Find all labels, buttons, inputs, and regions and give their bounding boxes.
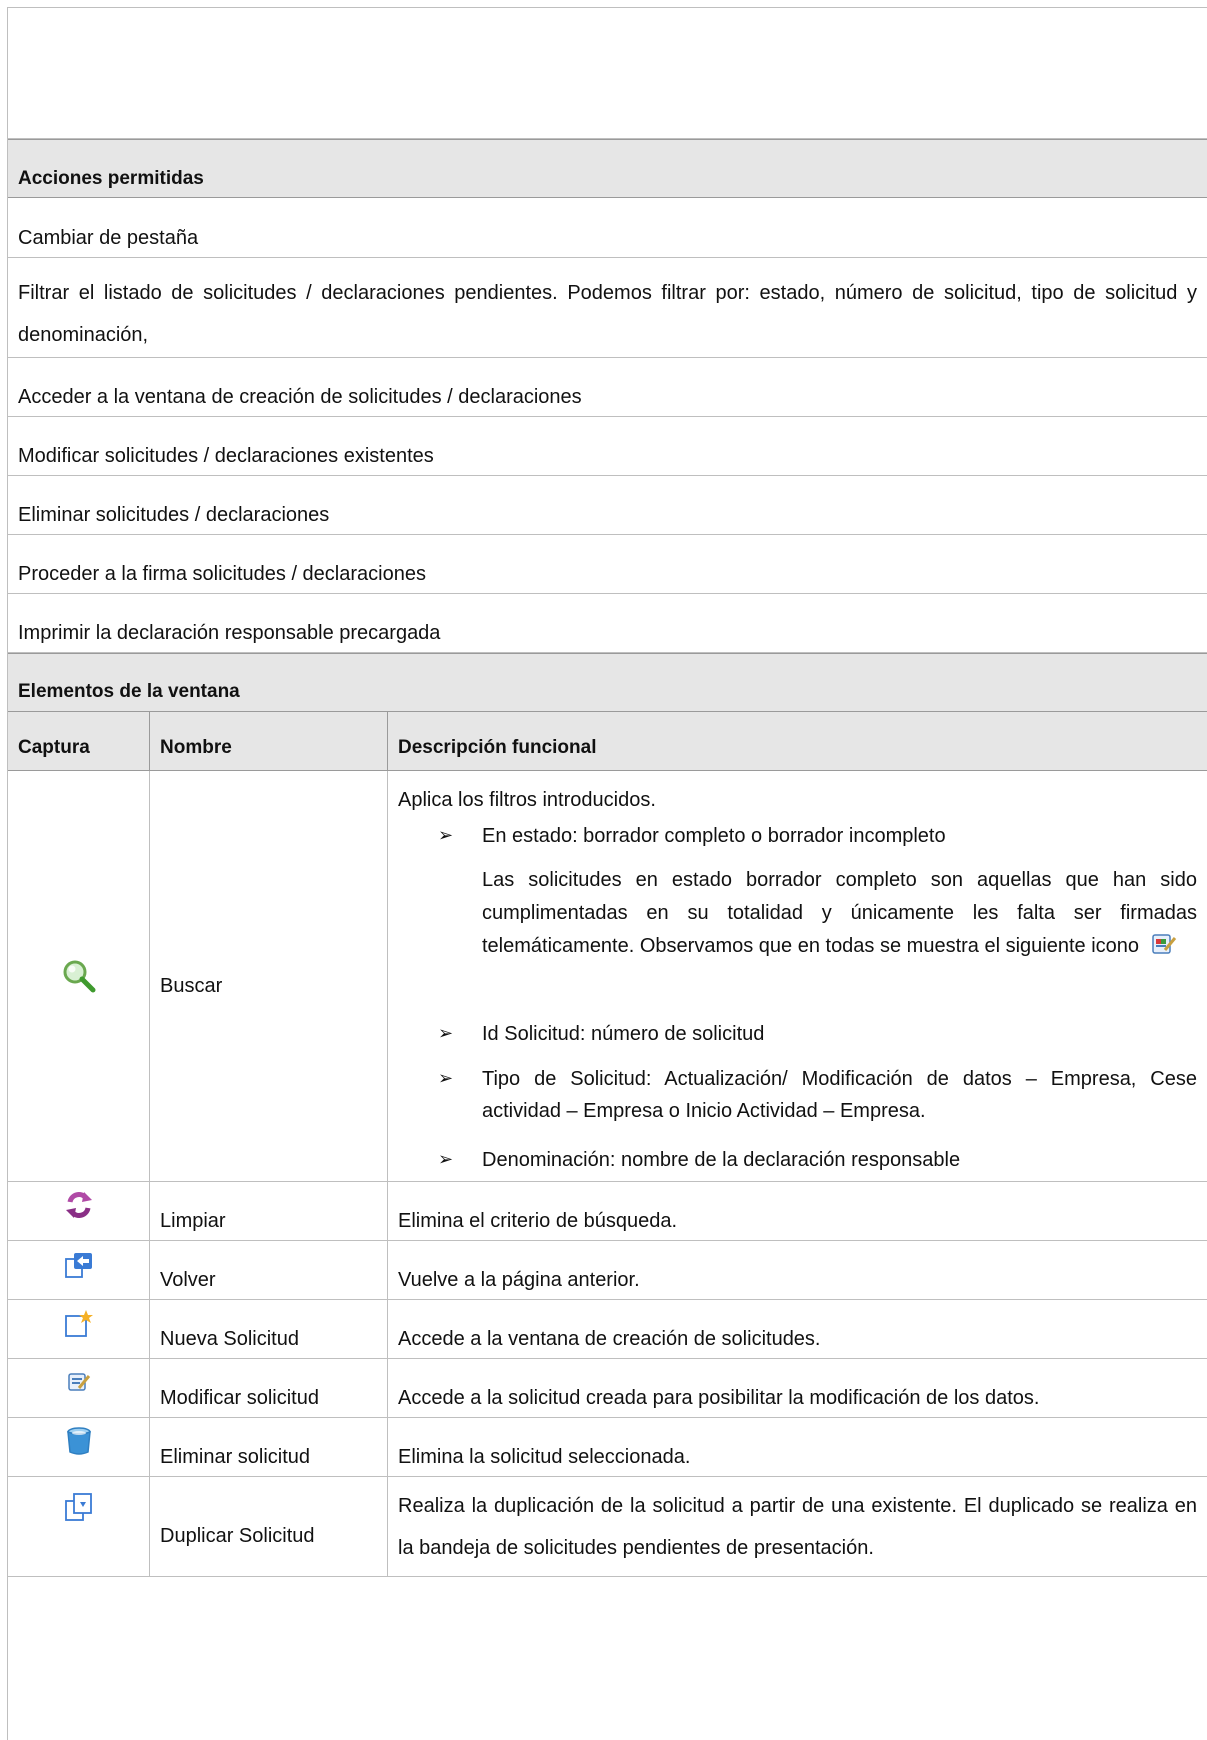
column-header-descripcion: Descripción funcional xyxy=(398,737,597,758)
edit-document-icon xyxy=(8,1371,150,1393)
action-item: Imprimir la declaración responsable prec… xyxy=(8,594,1207,653)
table-row: Nueva Solicitud Accede a la ventana de c… xyxy=(8,1300,1207,1359)
buscar-bullet: Denominación: nombre de la declaración r… xyxy=(482,1149,961,1171)
element-name: Limpiar xyxy=(160,1210,226,1232)
action-item: Filtrar el listado de solicitudes / decl… xyxy=(8,258,1207,358)
action-item-text: Cambiar de pestaña xyxy=(18,227,199,249)
action-item-text: Modificar solicitudes / declaraciones ex… xyxy=(18,445,434,467)
search-icon xyxy=(8,958,150,994)
action-item-text: Imprimir la declaración responsable prec… xyxy=(18,622,441,644)
action-item-text: Eliminar solicitudes / declaraciones xyxy=(18,504,330,526)
table-row: Modificar solicitud Accede a la solicitu… xyxy=(8,1359,1207,1418)
element-description: Vuelve a la página anterior. xyxy=(398,1269,640,1291)
action-item-text: Proceder a la firma solicitudes / declar… xyxy=(18,563,426,585)
column-header-captura: Captura xyxy=(18,737,90,758)
table-row: Eliminar solicitud Elimina la solicitud … xyxy=(8,1418,1207,1477)
table-row: Volver Vuelve a la página anterior. xyxy=(8,1241,1207,1300)
element-description: Elimina la solicitud seleccionada. xyxy=(398,1446,691,1468)
element-description: Accede a la ventana de creación de solic… xyxy=(398,1328,821,1350)
action-item-text: Acceder a la ventana de creación de soli… xyxy=(18,386,582,408)
buscar-bullet-detail: Las solicitudes en estado borrador compl… xyxy=(482,864,1197,967)
buscar-intro: Aplica los filtros introducidos. xyxy=(398,789,656,811)
element-name: Buscar xyxy=(160,975,223,997)
buscar-bullet: Id Solicitud: número de solicitud xyxy=(482,1023,765,1045)
element-name: Nueva Solicitud xyxy=(160,1328,299,1350)
buscar-bullet: En estado: borrador completo o borrador … xyxy=(482,825,946,847)
column-header-nombre: Nombre xyxy=(160,737,232,758)
table-row: Buscar Aplica los filtros introducidos. … xyxy=(8,771,1207,1182)
element-name: Eliminar solicitud xyxy=(160,1446,311,1468)
action-item: Eliminar solicitudes / declaraciones xyxy=(8,476,1207,535)
action-item: Modificar solicitudes / declaraciones ex… xyxy=(8,417,1207,476)
elements-section-title: Elementos de la ventana xyxy=(18,681,240,702)
bullet-arrow-icon: ➢ xyxy=(438,1149,454,1169)
action-item: Acceder a la ventana de creación de soli… xyxy=(8,358,1207,417)
actions-section-title: Acciones permitidas xyxy=(18,168,204,189)
table-row: Duplicar Solicitud Realiza la duplicació… xyxy=(8,1477,1207,1577)
element-description: Realiza la duplicación de la solicitud a… xyxy=(398,1495,1197,1559)
back-page-icon xyxy=(8,1251,150,1279)
table-row: Limpiar Elimina el criterio de búsqueda. xyxy=(8,1182,1207,1241)
buscar-bullet: Tipo de Solicitud: Actualización/ Modifi… xyxy=(482,1068,1197,1122)
action-item: Cambiar de pestaña xyxy=(8,198,1207,258)
element-name: Duplicar Solicitud xyxy=(160,1525,315,1547)
bullet-arrow-icon: ➢ xyxy=(438,825,454,845)
new-document-icon xyxy=(8,1308,150,1340)
refresh-icon xyxy=(8,1190,150,1220)
action-item-text: Filtrar el listado de solicitudes / decl… xyxy=(18,282,1197,346)
actions-section-header: Acciones permitidas xyxy=(8,139,1207,198)
trash-bin-icon xyxy=(8,1426,150,1456)
element-description: Elimina el criterio de búsqueda. xyxy=(398,1210,678,1232)
element-name: Volver xyxy=(160,1269,216,1291)
duplicate-icon xyxy=(8,1491,150,1523)
elements-section-header: Elementos de la ventana xyxy=(8,653,1207,712)
edit-document-icon xyxy=(1151,932,1177,967)
bullet-arrow-icon: ➢ xyxy=(438,1068,454,1088)
action-item: Proceder a la firma solicitudes / declar… xyxy=(8,535,1207,594)
element-name: Modificar solicitud xyxy=(160,1387,319,1409)
bullet-arrow-icon: ➢ xyxy=(438,1023,454,1043)
element-description: Accede a la solicitud creada para posibi… xyxy=(398,1387,1040,1409)
elements-table-header: Captura Nombre Descripción funcional xyxy=(8,712,1207,771)
blank-row xyxy=(8,8,1207,139)
